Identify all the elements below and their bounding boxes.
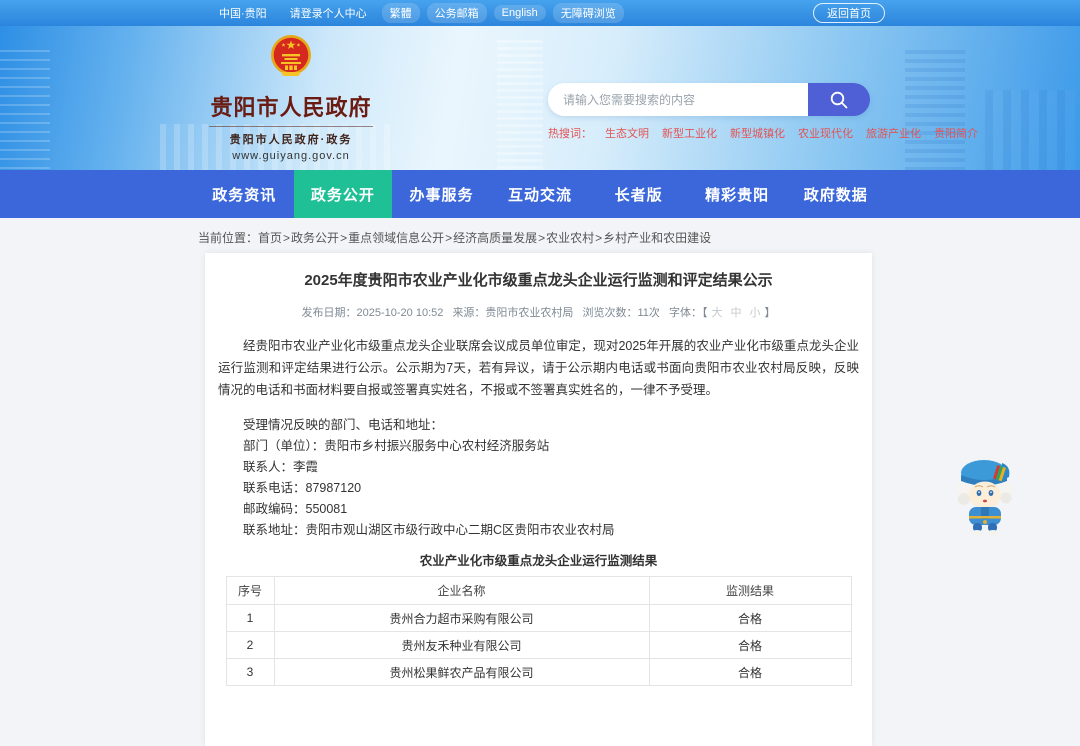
topbar-link[interactable]: English: [493, 5, 546, 21]
table-header-row: 序号 企业名称 监测结果: [225, 576, 852, 605]
font-size-button[interactable]: 中: [730, 307, 741, 319]
mascot-icon: [956, 460, 1013, 536]
article-meta: 发布日期：2025-10-20 10:52 来源：贵阳市农业农村局 浏览次数：1…: [218, 304, 859, 320]
hot-search-label: 热搜词：: [548, 128, 592, 140]
font-size-label: 字体：【: [668, 307, 708, 319]
skyline-decoration: [985, 90, 1075, 170]
company-name-cell: 贵州友禾种业有限公司: [273, 631, 650, 659]
table-header-cell: 企业名称: [273, 576, 650, 605]
hot-search: 热搜词： 生态文明 新型工业化 新型城镇化 农业现代化 旅游产业化 贵阳简介: [548, 125, 978, 141]
hot-search-link[interactable]: 贵阳简介: [934, 125, 978, 141]
font-size-button[interactable]: 小: [749, 307, 760, 319]
result-cell: 合格: [648, 631, 852, 659]
site-logo[interactable]: 贵阳市人民政府 贵阳市人民政府·政务 www.guiyang.gov.cn: [209, 32, 373, 162]
main-nav: 政务资讯 政务公开 办事服务 互动交流 长者版 精彩贵阳 政府数据: [0, 170, 1080, 218]
topbar-link[interactable]: 中国·贵阳: [211, 3, 275, 23]
search-icon: [830, 91, 848, 108]
publish-date: 发布日期：2025-10-20 10:52: [301, 307, 444, 319]
topbar-link[interactable]: 无障碍浏览: [552, 3, 624, 23]
breadcrumb-link[interactable]: 农业农村: [546, 231, 603, 245]
table-header-cell: 序号: [225, 576, 275, 605]
article-body: 经贵阳市农业产业化市级重点龙头企业联席会议成员单位审定，现对2025年开展的农业…: [218, 335, 859, 401]
nav-item[interactable]: 政务资讯: [195, 170, 294, 218]
article-card: 2025年度贵阳市农业产业化市级重点龙头企业运行监测和评定结果公示 发布日期：2…: [205, 253, 872, 746]
nav-item[interactable]: 政府数据: [786, 170, 885, 218]
skyline-decoration: [0, 50, 50, 170]
nav-item[interactable]: 办事服务: [392, 170, 491, 218]
breadcrumb: 当前位置：首页政务公开重点领域信息公开经济高质量发展农业农村乡村产业和农田建设: [192, 228, 888, 248]
breadcrumb-label: 当前位置：: [198, 231, 259, 245]
result-cell: 合格: [648, 658, 852, 686]
font-size-button[interactable]: 大: [711, 307, 722, 319]
topbar-link[interactable]: 请登录个人中心: [282, 3, 375, 23]
breadcrumb-link[interactable]: 首页: [258, 231, 291, 245]
results-table-title: 农业产业化市级重点龙头企业运行监测结果: [419, 554, 658, 568]
hot-search-link[interactable]: 新型城镇化: [730, 125, 785, 141]
breadcrumb-link[interactable]: 政务公开: [291, 231, 348, 245]
hot-search-link[interactable]: 农业现代化: [798, 125, 853, 141]
table-row: 2 贵州友禾种业有限公司 合格: [225, 631, 852, 659]
site-banner: 贵阳市人民政府 贵阳市人民政府·政务 www.guiyang.gov.cn 热搜…: [0, 26, 1080, 170]
breadcrumb-link[interactable]: 重点领域信息公开: [348, 231, 453, 245]
search-button[interactable]: [808, 83, 870, 116]
topbar-links: 中国·贵阳 请登录个人中心 繁體 公务邮箱 English 无障碍浏览: [211, 3, 624, 23]
site-subtitle: 贵阳市人民政府·政务: [209, 126, 373, 147]
hot-search-link[interactable]: 旅游产业化: [866, 125, 921, 141]
national-emblem-icon: [271, 35, 311, 76]
article-source: 来源：贵阳市农业农村局: [452, 307, 574, 319]
view-count: 浏览次数：11次: [582, 307, 660, 319]
company-name-cell: 贵州松果鲜农产品有限公司: [273, 658, 650, 686]
topbar-link[interactable]: 公务邮箱: [426, 3, 487, 23]
article-paragraph: 经贵阳市农业产业化市级重点龙头企业联席会议成员单位审定，现对2025年开展的农业…: [218, 339, 859, 397]
return-home-button[interactable]: 返回首页: [813, 3, 885, 23]
search-area: 热搜词： 生态文明新型工业化新型城镇化农业现代化旅游产业化贵阳简介: [548, 83, 978, 141]
contact-info: 受理情况反映的部门、电话和地址： 部门（单位）：贵阳市乡村振兴服务中心农村经济服务…: [218, 415, 859, 541]
result-cell: 合格: [648, 604, 852, 632]
hot-search-link[interactable]: 生态文明: [605, 125, 649, 141]
results-table: 序号 企业名称 监测结果 1 贵州合力超市采购有限公司 合格 2 贵州友禾种业有限公…: [225, 576, 852, 686]
topbar: 中国·贵阳 请登录个人中心 繁體 公务邮箱 English 无障碍浏览 返回首页: [0, 0, 1080, 26]
mascot-widget[interactable]: [952, 453, 1018, 537]
nav-item[interactable]: 精彩贵阳: [688, 170, 787, 218]
search-input[interactable]: [548, 83, 808, 116]
table-header-cell: 监测结果: [648, 576, 852, 605]
site-url: www.guiyang.gov.cn: [232, 150, 350, 162]
site-title: 贵阳市人民政府: [210, 95, 372, 120]
nav-item[interactable]: 政务公开: [293, 170, 393, 218]
article-title: 2025年度贵阳市农业产业化市级重点龙头企业运行监测和评定结果公示: [304, 272, 773, 289]
breadcrumb-link[interactable]: 经济高质量发展: [453, 231, 546, 245]
company-name-cell: 贵州合力超市采购有限公司: [273, 604, 650, 632]
table-row: 3 贵州松果鲜农产品有限公司 合格: [225, 658, 852, 686]
nav-item[interactable]: 互动交流: [491, 170, 590, 218]
row-index-cell: 3: [225, 658, 275, 686]
breadcrumb-link[interactable]: 乡村产业和农田建设: [603, 231, 711, 245]
contact-line: 部门（单位）：贵阳市乡村振兴服务中心农村经济服务站: [243, 439, 550, 453]
nav-item[interactable]: 长者版: [589, 170, 688, 218]
row-index-cell: 2: [225, 631, 275, 659]
hot-search-link[interactable]: 新型工业化: [662, 125, 717, 141]
row-index-cell: 1: [225, 604, 275, 632]
font-size-label-close: 】: [764, 307, 776, 319]
contact-line: 联系电话：87987120: [243, 481, 362, 495]
skyline-decoration: [905, 50, 965, 170]
contact-line: 联系地址：贵阳市观山湖区市级行政中心二期C区贵阳市农业农村局: [243, 523, 615, 537]
contact-line: 邮政编码：550081: [243, 502, 348, 516]
table-row: 1 贵州合力超市采购有限公司 合格: [225, 604, 852, 632]
contact-line: 受理情况反映的部门、电话和地址：: [243, 418, 444, 432]
topbar-link[interactable]: 繁體: [381, 3, 420, 23]
contact-line: 联系人：李霞: [243, 460, 319, 474]
